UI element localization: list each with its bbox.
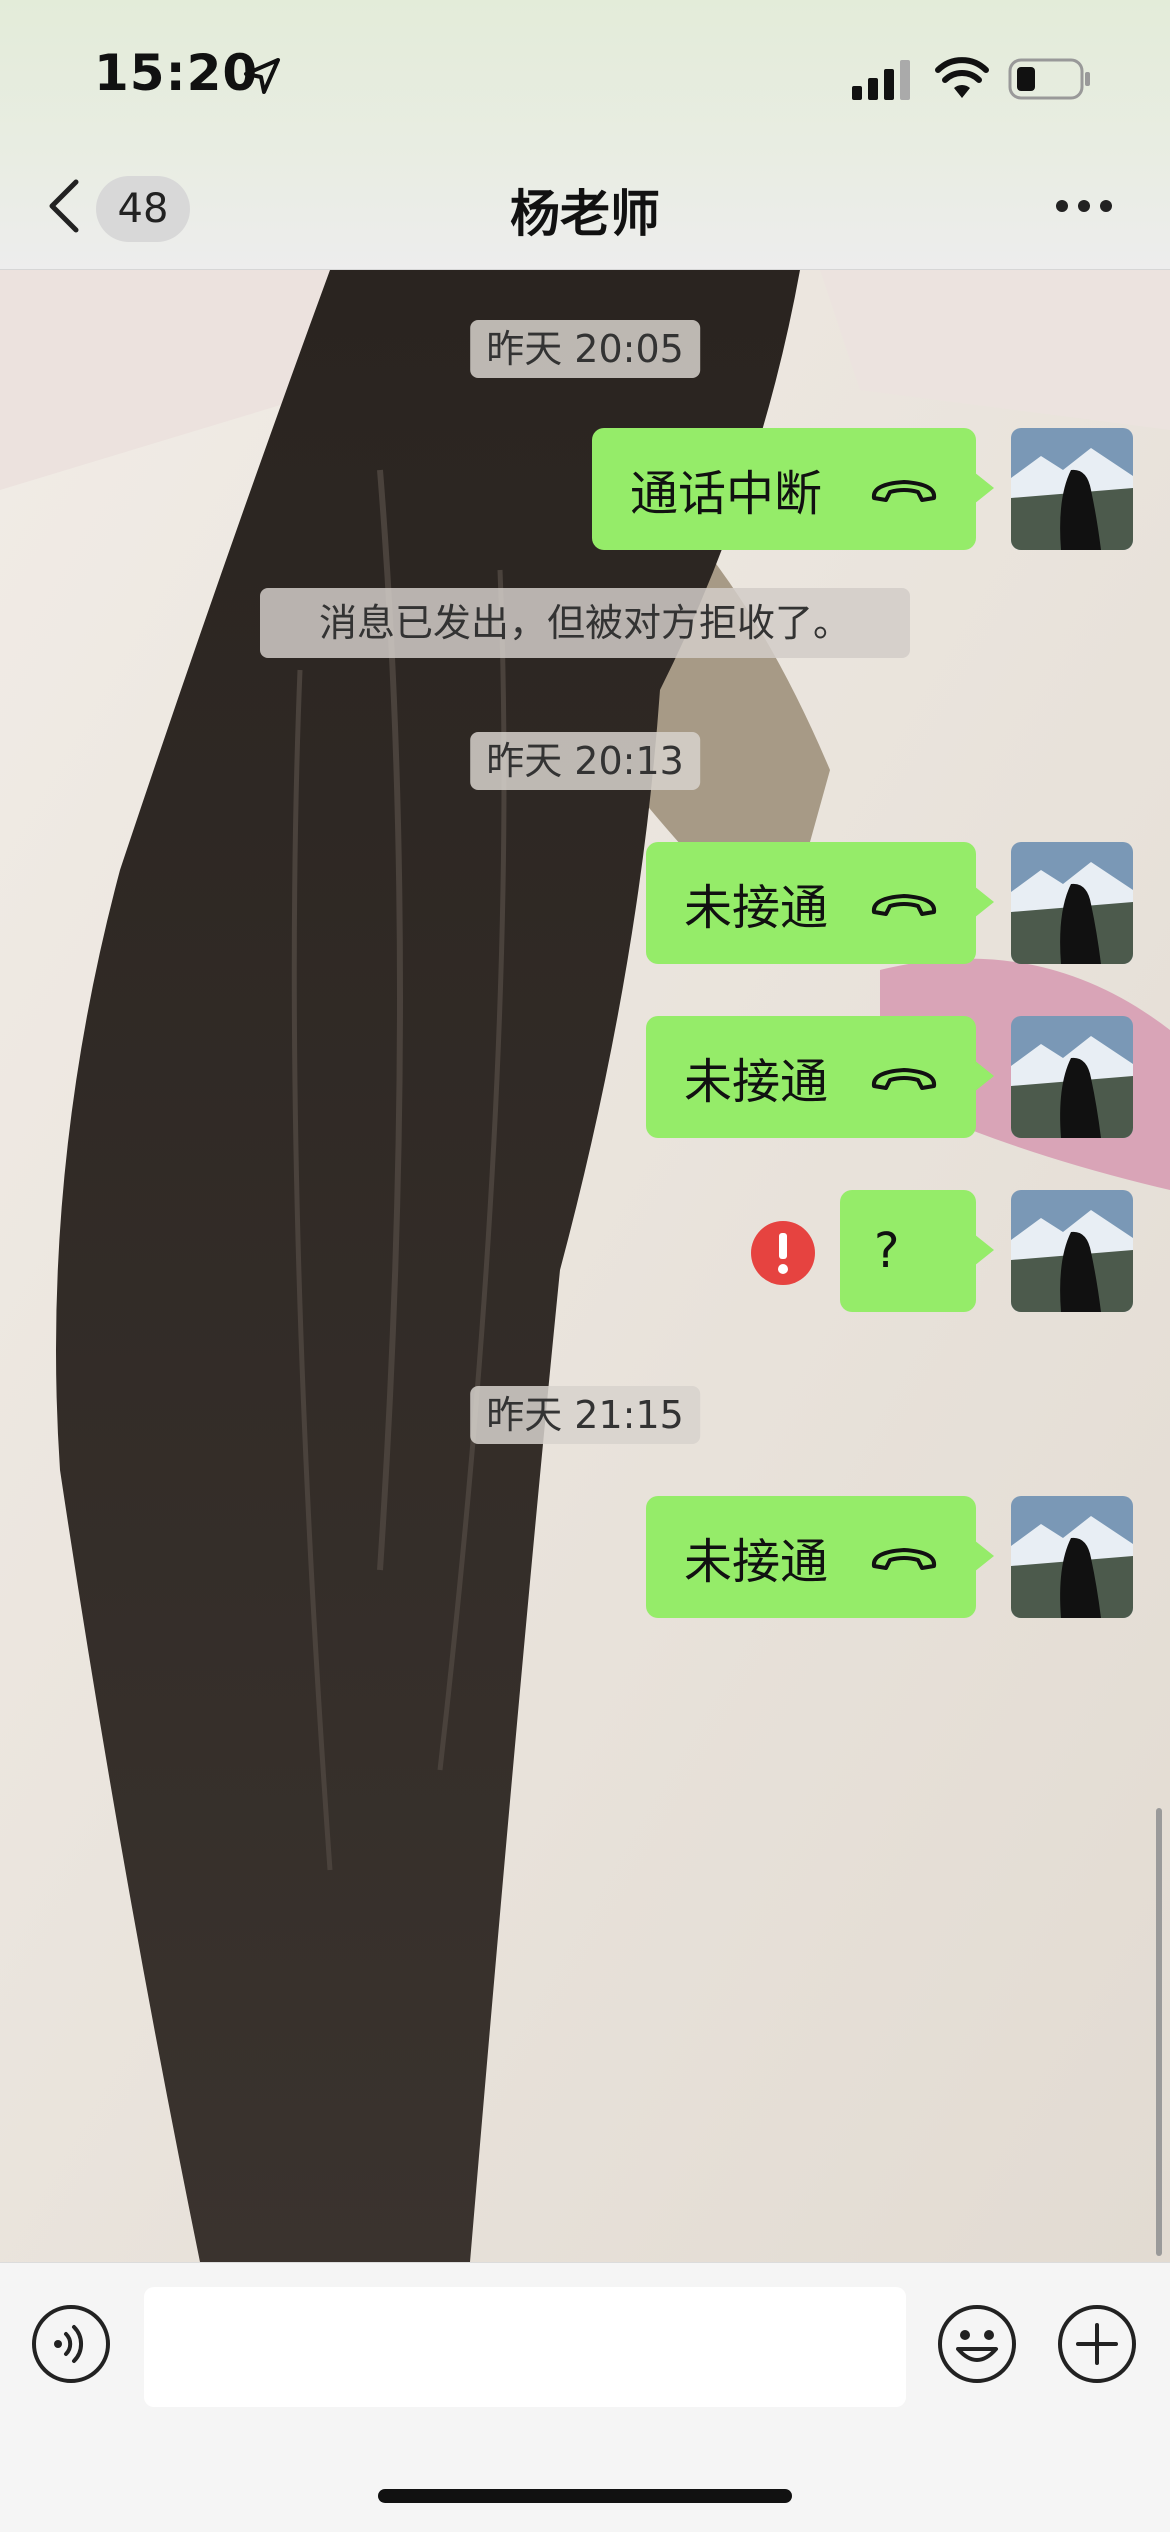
avatar[interactable] xyxy=(1011,842,1133,964)
battery-icon xyxy=(1008,58,1090,100)
more-icon[interactable] xyxy=(1054,196,1114,216)
home-indicator[interactable] xyxy=(378,2489,792,2503)
input-bar xyxy=(0,2262,1170,2532)
message-text: 未接通 xyxy=(684,880,829,936)
location-arrow-icon xyxy=(244,58,280,94)
status-time: 15:20 xyxy=(94,44,259,102)
message-text: 通话中断 xyxy=(630,466,823,522)
chat-background-image xyxy=(0,270,1170,2262)
call-message-bubble[interactable]: 未接通 xyxy=(646,1496,994,1618)
avatar[interactable] xyxy=(1011,1190,1133,1312)
phone-hangup-icon xyxy=(871,1068,937,1090)
message-input[interactable] xyxy=(144,2287,906,2407)
phone-hangup-icon xyxy=(871,894,937,916)
plus-icon[interactable] xyxy=(1056,2303,1138,2385)
avatar[interactable] xyxy=(1011,428,1133,550)
avatar[interactable] xyxy=(1011,1016,1133,1138)
cellular-signal-icon xyxy=(852,60,910,100)
call-message-bubble[interactable]: 未接通 xyxy=(646,1016,994,1138)
chat-area[interactable]: 昨天 20:05 通话中断 消息已发出，但被对方拒收了。 昨天 20:13 未接… xyxy=(0,270,1170,2262)
message-text: ? xyxy=(874,1223,900,1279)
message-text: 未接通 xyxy=(684,1054,829,1110)
timestamp: 昨天 21:15 xyxy=(470,1386,700,1444)
emoji-icon[interactable] xyxy=(936,2303,1018,2385)
wifi-icon xyxy=(935,57,989,98)
chat-title: 杨老师 xyxy=(510,185,660,243)
text-message-bubble[interactable]: ? xyxy=(840,1190,994,1312)
avatar[interactable] xyxy=(1011,1496,1133,1618)
call-message-bubble[interactable]: 通话中断 xyxy=(592,428,994,550)
timestamp: 昨天 20:13 xyxy=(470,732,700,790)
call-message-bubble[interactable]: 未接通 xyxy=(646,842,994,964)
top-bar: 15:20 48 杨老师 xyxy=(0,0,1170,270)
phone-hangup-icon xyxy=(871,480,937,502)
system-message: 消息已发出，但被对方拒收了。 xyxy=(260,588,910,658)
phone-hangup-icon xyxy=(871,1548,937,1570)
message-text: 未接通 xyxy=(684,1534,829,1590)
timestamp: 昨天 20:05 xyxy=(470,320,700,378)
error-icon[interactable] xyxy=(750,1220,816,1286)
voice-icon[interactable] xyxy=(30,2303,112,2385)
scrollbar[interactable] xyxy=(1156,1808,1162,2256)
